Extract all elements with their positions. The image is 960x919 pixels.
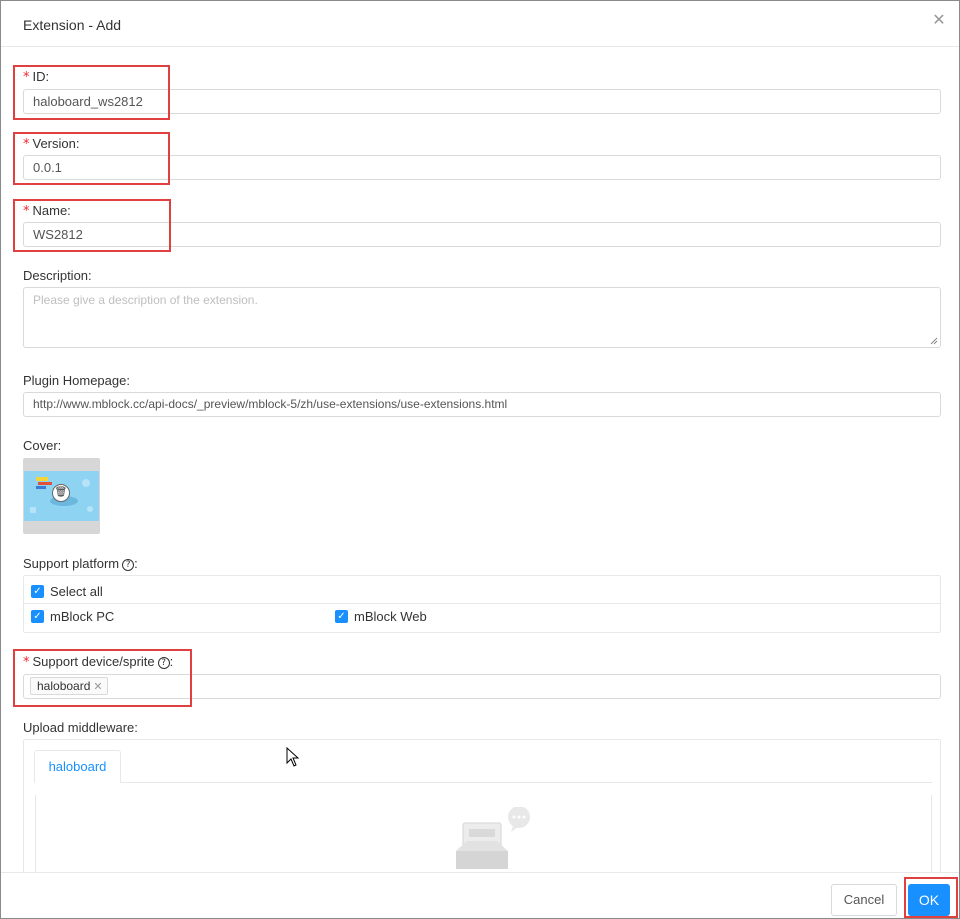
tag-remove-icon[interactable]: ✕ [93, 681, 102, 693]
help-icon[interactable]: ? [157, 657, 170, 669]
id-input[interactable]: haloboard_ws2812 [23, 89, 941, 114]
tab-haloboard[interactable]: haloboard [34, 750, 121, 783]
select-all-checkbox[interactable]: ✓ [31, 585, 44, 598]
device-tag-label: haloboard [37, 679, 91, 693]
mblock-pc-label[interactable]: mBlock PC [50, 609, 114, 624]
dialog-title: Extension - Add [23, 17, 122, 33]
required-asterisk: * [23, 70, 30, 85]
homepage-input[interactable]: http://www.mblock.cc/api-docs/_preview/m… [23, 392, 941, 417]
mblock-web-checkbox[interactable]: ✓ [335, 610, 348, 623]
platform-group: ✓ Select all ✓ mBlock PC ✓ mBlock Web [23, 575, 941, 633]
mouse-cursor-icon [286, 747, 300, 767]
description-textarea[interactable]: Please give a description of the extensi… [23, 287, 941, 348]
help-icon[interactable]: ? [122, 559, 135, 571]
tab-panel [35, 795, 932, 875]
device-select[interactable] [23, 674, 941, 699]
required-asterisk: * [23, 137, 30, 152]
description-label: Description: [23, 268, 92, 283]
trash-icon[interactable]: 🗑 [52, 484, 70, 502]
name-label: * Name: [23, 203, 71, 219]
cover-image[interactable]: 🗑 [23, 458, 100, 534]
extension-add-dialog: Extension - Add ✕ * ID: haloboard_ws2812 … [0, 0, 960, 919]
resize-handle-icon[interactable] [930, 337, 938, 345]
id-label: * ID: [23, 69, 50, 85]
cover-label: Cover: [23, 438, 62, 453]
device-tag: haloboard ✕ [30, 677, 108, 695]
dialog-header: Extension - Add ✕ [1, 1, 959, 47]
homepage-label: Plugin Homepage: [23, 373, 130, 388]
mblock-pc-checkbox[interactable]: ✓ [31, 610, 44, 623]
description-placeholder: Please give a description of the extensi… [33, 293, 258, 307]
empty-state-icon [456, 807, 530, 869]
required-asterisk: * [23, 655, 30, 670]
required-asterisk: * [23, 204, 30, 219]
version-label: * Version: [23, 136, 80, 152]
ok-button[interactable]: OK [908, 884, 950, 916]
cancel-button[interactable]: Cancel [831, 884, 897, 916]
mblock-web-label[interactable]: mBlock Web [354, 609, 427, 624]
device-label: * Support device/sprite?: [23, 654, 174, 670]
close-icon[interactable]: ✕ [931, 13, 947, 29]
middleware-panel: haloboard [23, 739, 941, 879]
platform-label: Support platform?: [23, 556, 138, 571]
version-input[interactable]: 0.0.1 [23, 155, 941, 180]
dialog-footer: Cancel OK [1, 872, 959, 918]
platform-divider [24, 603, 940, 604]
select-all-label[interactable]: Select all [50, 584, 103, 599]
middleware-label: Upload middleware: [23, 720, 138, 735]
tab-bar-line [121, 782, 932, 783]
name-input[interactable]: WS2812 [23, 222, 941, 247]
